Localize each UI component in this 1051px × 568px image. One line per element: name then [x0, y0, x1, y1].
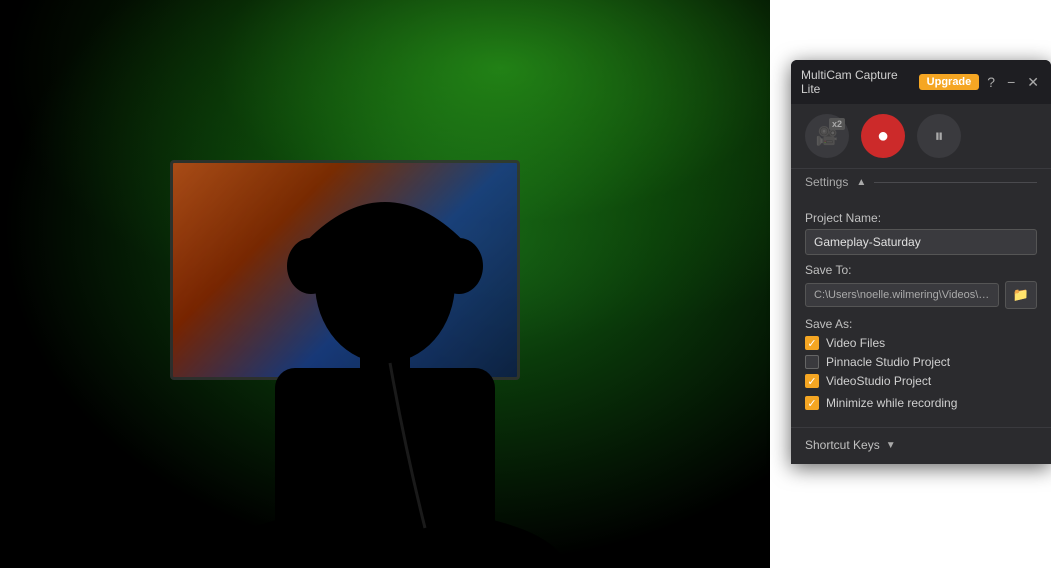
divider-line [874, 182, 1037, 183]
help-button[interactable]: ? [985, 75, 997, 89]
speed-badge: x2 [829, 118, 845, 130]
upgrade-button[interactable]: Upgrade [919, 74, 980, 90]
save-to-row: 📁 [805, 281, 1037, 309]
save-as-section: Save As: ✓ Video Files Pinnacle Studio P… [805, 317, 1037, 388]
browse-folder-button[interactable]: 📁 [1005, 281, 1037, 309]
videostudio-row: ✓ VideoStudio Project [805, 374, 1037, 388]
folder-icon: 📁 [1013, 287, 1029, 302]
settings-section-header[interactable]: Settings ▲ [791, 169, 1051, 195]
close-button[interactable]: ✕ [1025, 75, 1041, 89]
settings-content: Project Name: Save To: 📁 Save As: ✓ Vide… [791, 195, 1051, 427]
pause-button[interactable]: ⏸ [917, 114, 961, 158]
background-photo [0, 0, 770, 568]
save-to-label: Save To: [805, 263, 1037, 277]
minimize-label: Minimize while recording [826, 396, 957, 410]
record-button[interactable]: ● [861, 114, 905, 158]
pinnacle-studio-label: Pinnacle Studio Project [826, 355, 950, 369]
project-name-label: Project Name: [805, 211, 1037, 225]
video-files-checkbox[interactable]: ✓ [805, 336, 819, 350]
settings-label: Settings [805, 175, 848, 189]
minimize-checkbox[interactable]: ✓ [805, 396, 819, 410]
shortcut-keys-label: Shortcut Keys [805, 438, 880, 452]
minimize-window-button[interactable]: − [1005, 75, 1017, 89]
videostudio-label: VideoStudio Project [826, 374, 931, 388]
person-silhouette [195, 148, 575, 568]
video-files-label: Video Files [826, 336, 885, 350]
pinnacle-studio-checkbox[interactable] [805, 355, 819, 369]
toolbar: 🎥 x2 ● ⏸ [791, 104, 1051, 169]
app-title: MultiCam Capture Lite [801, 68, 913, 96]
window-controls: ? − ✕ [985, 75, 1041, 89]
shortcut-keys-section[interactable]: Shortcut Keys ▼ [791, 427, 1051, 464]
save-path-input[interactable] [805, 283, 999, 307]
pause-icon: ⏸ [935, 126, 944, 147]
record-icon: ● [877, 125, 889, 148]
videostudio-checkbox[interactable]: ✓ [805, 374, 819, 388]
title-bar: MultiCam Capture Lite Upgrade ? − ✕ [791, 60, 1051, 104]
camera-settings-button[interactable]: 🎥 x2 [805, 114, 849, 158]
save-as-label: Save As: [805, 317, 1037, 331]
settings-arrow: ▲ [856, 177, 866, 188]
shortcut-keys-arrow: ▼ [886, 440, 896, 451]
pinnacle-studio-row: Pinnacle Studio Project [805, 355, 1037, 369]
app-window: MultiCam Capture Lite Upgrade ? − ✕ 🎥 x2… [791, 60, 1051, 464]
minimize-row: ✓ Minimize while recording [805, 396, 1037, 410]
project-name-input[interactable] [805, 229, 1037, 255]
video-files-row: ✓ Video Files [805, 336, 1037, 350]
